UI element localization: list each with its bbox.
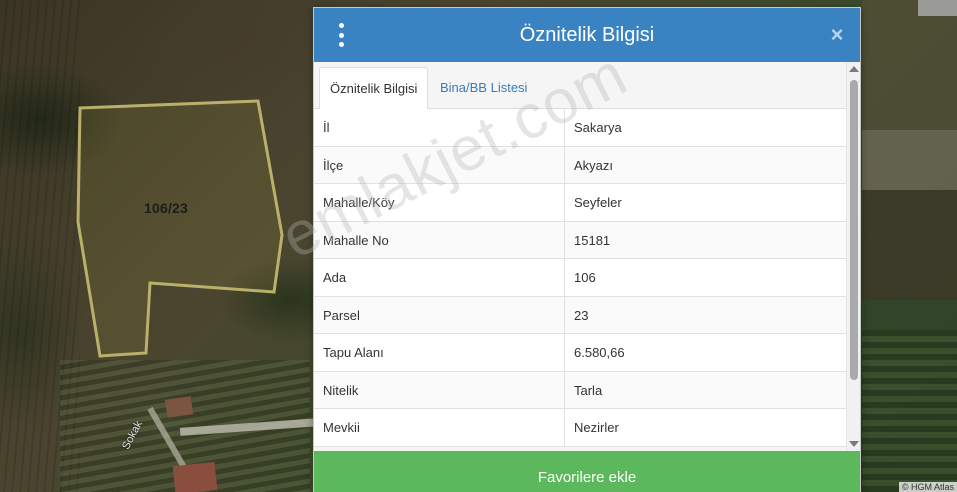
row-key: Tapu Alanı — [314, 334, 565, 371]
row-value: 23 — [574, 307, 589, 323]
scroll-up-arrow-icon[interactable] — [849, 66, 859, 72]
row-value: Tarla — [574, 382, 603, 398]
map-attribution: © HGM Atlas — [898, 482, 957, 492]
table-row: Tapu Alanı 6.580,66 — [314, 334, 846, 372]
add-to-favorites-button[interactable]: Favorilere ekle — [314, 451, 860, 492]
row-value: 15181 — [574, 232, 611, 248]
row-value: 6.580,66 — [574, 345, 625, 360]
close-icon[interactable]: × — [826, 22, 848, 48]
table-row: Ada 106 — [314, 259, 846, 297]
row-value: Nezirler — [574, 420, 619, 435]
scrollbar[interactable] — [846, 62, 860, 451]
tab-building-list[interactable]: Bina/BB Listesi — [430, 67, 537, 110]
modal-title: Öznitelik Bilgisi — [519, 24, 655, 46]
table-row: Parsel 23 — [314, 296, 846, 334]
table-row: Nitelik Tarla — [314, 371, 846, 409]
row-key: Ada — [314, 259, 565, 296]
row-key: Parsel — [314, 296, 565, 333]
table-row: İlçe Akyazı — [314, 146, 846, 184]
row-key: Nitelik — [314, 371, 565, 408]
row-value: 106 — [574, 270, 596, 285]
parcel-label: 106/23 — [144, 200, 189, 216]
row-value: Akyazı — [574, 157, 614, 173]
row-value: Seyfeler — [574, 195, 622, 210]
row-key: Mevkii — [314, 409, 565, 446]
attribute-info-modal: Öznitelik Bilgisi × Öznitelik Bilgisi Bi… — [313, 7, 861, 492]
row-key: İlçe — [314, 146, 565, 183]
row-value: Sakarya — [574, 120, 622, 135]
parcel-polygon[interactable] — [76, 99, 284, 358]
table-row: Mevkii Nezirler — [314, 409, 846, 447]
table-row: Mahalle No 15181 — [314, 221, 846, 259]
attribute-table: İl Sakarya İlçe Akyazı Mahalle/Köy Seyfe… — [314, 109, 846, 447]
table-row: Mahalle/Köy Seyfeler — [314, 184, 846, 222]
scrollbar-thumb[interactable] — [850, 80, 858, 380]
modal-body: Öznitelik Bilgisi Bina/BB Listesi İl Sak… — [314, 62, 860, 451]
modal-header: Öznitelik Bilgisi × — [314, 8, 860, 62]
tab-bar: Öznitelik Bilgisi Bina/BB Listesi — [314, 62, 846, 110]
row-key: Mahalle/Köy — [314, 184, 565, 221]
tab-attribute-info[interactable]: Öznitelik Bilgisi — [319, 67, 429, 110]
row-key: Mahalle No — [314, 221, 565, 258]
row-key: İl — [314, 109, 565, 146]
table-row: İl Sakarya — [314, 109, 846, 147]
scroll-down-arrow-icon[interactable] — [849, 441, 859, 447]
